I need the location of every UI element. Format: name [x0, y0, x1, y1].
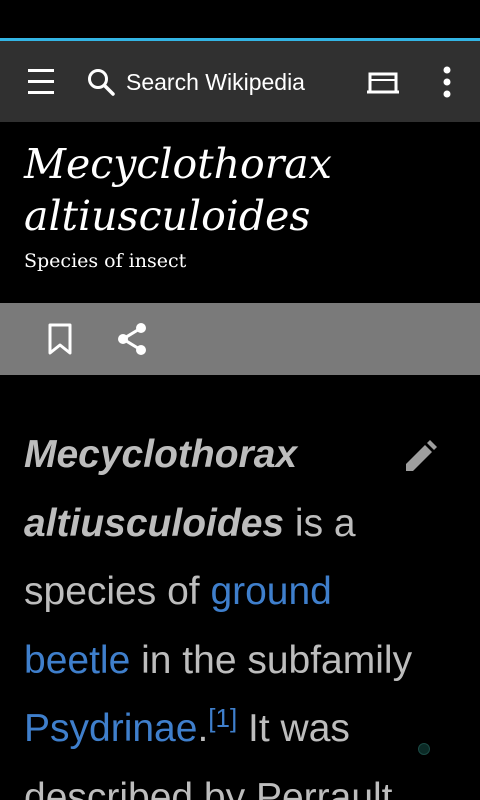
link-psydrinae[interactable]: Psydrinae [24, 707, 197, 750]
page-title-line-1: Mecyclothorax [24, 140, 332, 188]
body-text: . [197, 707, 209, 750]
bookmark-icon [48, 323, 72, 355]
share-icon [118, 323, 146, 355]
body-text: is a [284, 501, 356, 545]
hamburger-menu-icon[interactable] [24, 67, 58, 97]
body-text: described by Perrault [24, 775, 393, 800]
search-icon [88, 69, 115, 96]
toolbar: Search Wikipedia [0, 41, 480, 122]
article-content: Mecyclothorax altiusculoides is a specie… [0, 375, 480, 800]
page-title-line-2: altiusculoides [24, 192, 311, 240]
page-title: Mecyclothorax altiusculoides [24, 138, 464, 242]
floating-indicator-dot [418, 743, 430, 755]
bold-term: Mecyclothorax [24, 433, 298, 476]
article-description: Species of insect [24, 250, 187, 272]
body-text: species of [24, 570, 211, 613]
article-header: Mecyclothorax altiusculoides Species of … [0, 122, 480, 303]
article-lead-paragraph: Mecyclothorax altiusculoides is a specie… [24, 421, 464, 800]
tabs-icon [367, 72, 399, 94]
search-placeholder: Search Wikipedia [126, 69, 305, 95]
reference-link[interactable]: [1] [208, 703, 237, 733]
body-text: in the subfamily [130, 638, 413, 682]
article-action-bar [0, 303, 480, 375]
tabs-button[interactable] [364, 63, 406, 101]
share-button[interactable] [112, 319, 152, 359]
bookmark-button[interactable] [40, 319, 80, 359]
status-bar [0, 0, 480, 38]
overflow-menu-button[interactable] [430, 63, 464, 101]
link-ground-beetle[interactable]: ground [210, 570, 331, 613]
link-ground-beetle[interactable]: beetle [24, 639, 130, 682]
overflow-menu-icon [443, 66, 451, 98]
bold-term: altiusculoides [24, 501, 285, 545]
search-input[interactable]: Search Wikipedia [86, 59, 346, 105]
body-text: It was [237, 707, 350, 750]
